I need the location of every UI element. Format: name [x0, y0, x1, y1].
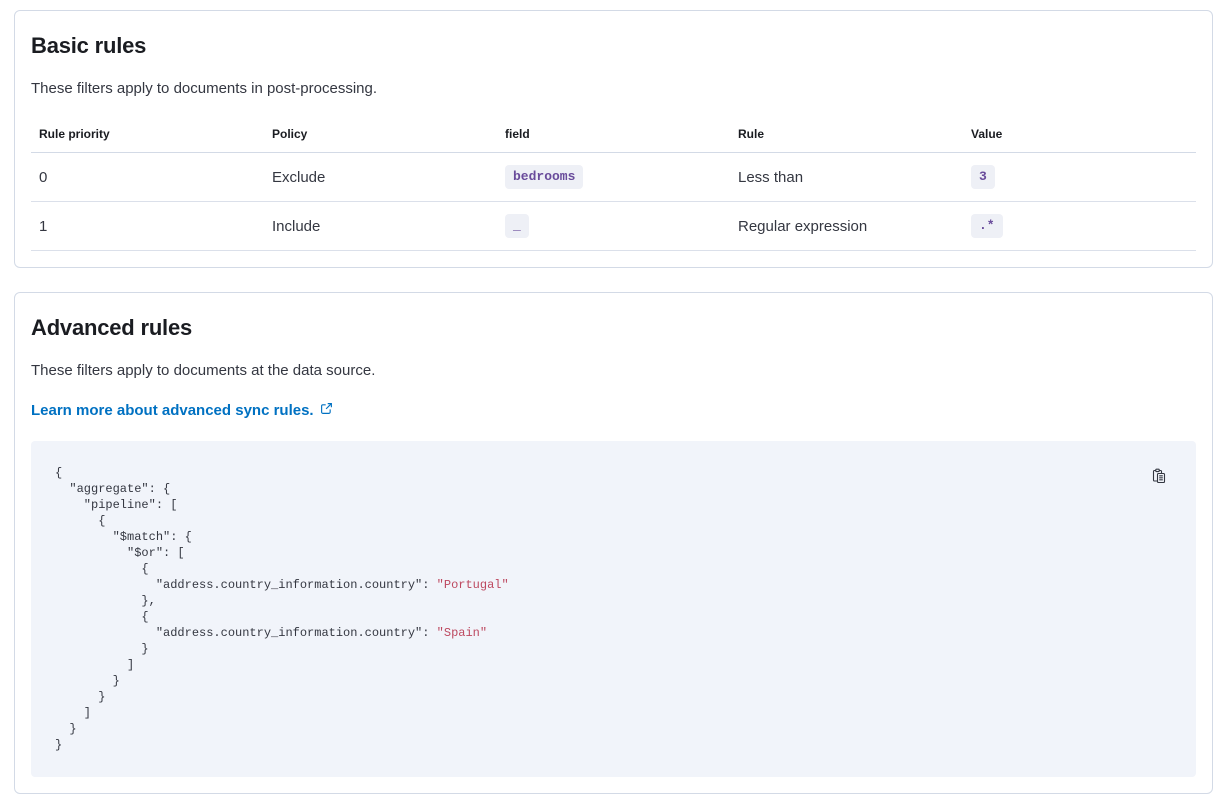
cell-field: bedrooms — [497, 153, 730, 202]
code-string-value: "Portugal" — [437, 578, 509, 592]
cell-rule-priority: 0 — [31, 153, 264, 202]
cell-policy: Include — [264, 202, 497, 251]
column-header-rule: Rule — [730, 126, 963, 153]
advanced-rules-panel: Advanced rules These filters apply to do… — [14, 292, 1213, 794]
column-header-policy: Policy — [264, 126, 497, 153]
basic-rules-title: Basic rules — [31, 32, 1196, 60]
code-line: { — [55, 609, 1172, 625]
cell-value: 3 — [963, 153, 1196, 202]
basic-rules-panel: Basic rules These filters apply to docum… — [14, 10, 1213, 268]
code-line: } — [55, 689, 1172, 705]
cell-policy: Exclude — [264, 153, 497, 202]
code-line: { — [55, 513, 1172, 529]
advanced-sync-rules-link[interactable]: Learn more about advanced sync rules. — [31, 400, 333, 421]
code-line: } — [55, 673, 1172, 689]
code-line: } — [55, 737, 1172, 753]
column-header-rule-priority: Rule priority — [31, 126, 264, 153]
cell-value: .* — [963, 202, 1196, 251]
external-link-icon — [320, 400, 333, 421]
column-header-field: field — [497, 126, 730, 153]
code-line: } — [55, 641, 1172, 657]
code-line: "aggregate": { — [55, 481, 1172, 497]
cell-rule: Less than — [730, 153, 963, 202]
code-line: "address.country_information.country": "… — [55, 577, 1172, 593]
value-code-badge: .* — [971, 214, 1003, 238]
code-line: "$or": [ — [55, 545, 1172, 561]
code-content: { "aggregate": { "pipeline": [ { "$match… — [55, 465, 1172, 753]
code-line: "$match": { — [55, 529, 1172, 545]
advanced-rules-code-block: { "aggregate": { "pipeline": [ { "$match… — [31, 441, 1196, 777]
sync-rules-page: Basic rules These filters apply to docum… — [0, 0, 1227, 804]
cell-rule: Regular expression — [730, 202, 963, 251]
advanced-sync-rules-link-label: Learn more about advanced sync rules. — [31, 400, 314, 421]
code-line: "pipeline": [ — [55, 497, 1172, 513]
advanced-rules-title: Advanced rules — [31, 314, 1196, 342]
code-line: { — [55, 465, 1172, 481]
field-code-badge: _ — [505, 214, 529, 238]
code-line: "address.country_information.country": "… — [55, 625, 1172, 641]
code-line: ] — [55, 657, 1172, 673]
column-header-value: Value — [963, 126, 1196, 153]
code-string-value: "Spain" — [437, 626, 487, 640]
code-line: } — [55, 721, 1172, 737]
copy-button[interactable] — [1149, 466, 1169, 486]
basic-rules-table: Rule priorityPolicyfieldRuleValue 0Exclu… — [31, 126, 1196, 251]
table-header-row: Rule priorityPolicyfieldRuleValue — [31, 126, 1196, 153]
copy-icon — [1151, 468, 1167, 484]
cell-rule-priority: 1 — [31, 202, 264, 251]
code-line: ] — [55, 705, 1172, 721]
basic-rules-description: These filters apply to documents in post… — [31, 78, 1196, 99]
code-line: }, — [55, 593, 1172, 609]
field-code-badge: bedrooms — [505, 165, 583, 189]
value-code-badge: 3 — [971, 165, 995, 189]
table-row: 1Include _ Regular expression .* — [31, 202, 1196, 251]
advanced-rules-description: These filters apply to documents at the … — [31, 360, 1196, 381]
code-line: { — [55, 561, 1172, 577]
cell-field: _ — [497, 202, 730, 251]
table-row: 0Exclude bedrooms Less than 3 — [31, 153, 1196, 202]
